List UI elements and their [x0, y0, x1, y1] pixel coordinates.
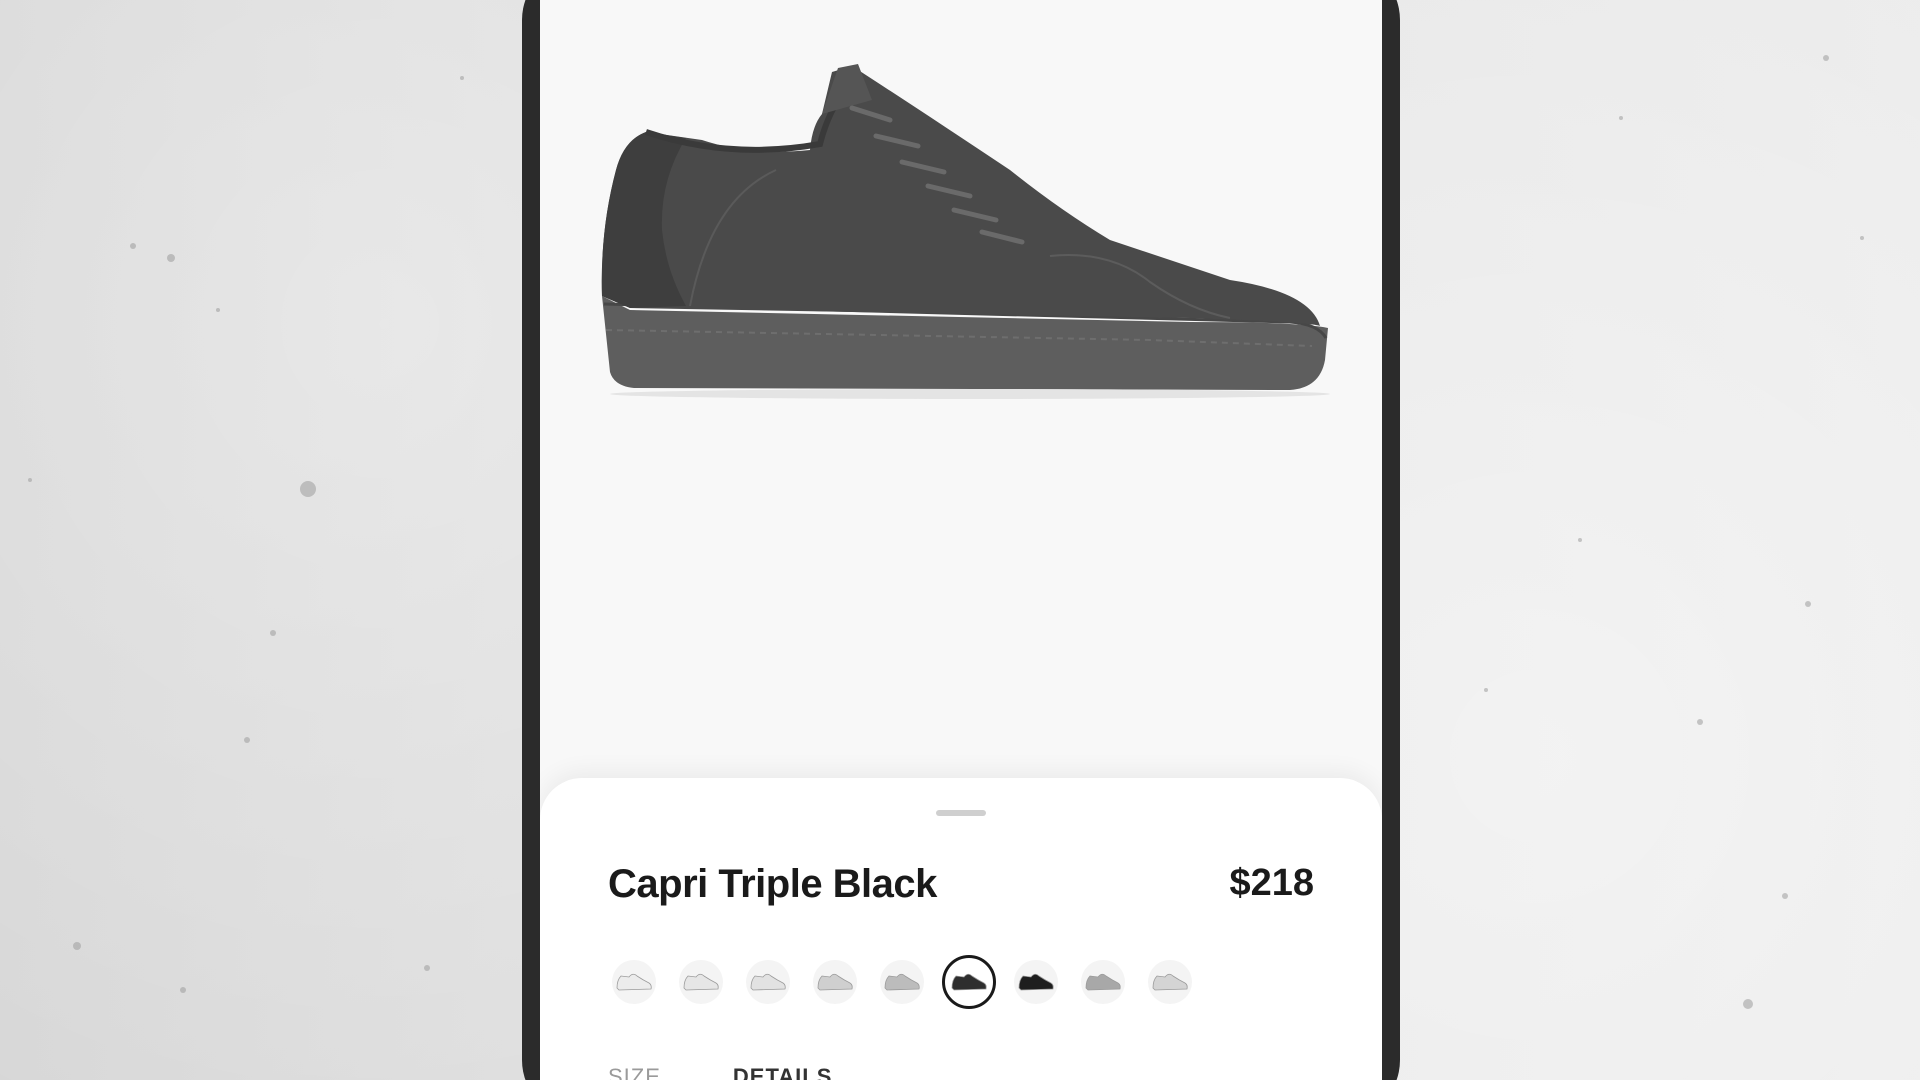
shoe-thumbnail-icon: [1152, 973, 1188, 991]
tab-size[interactable]: SIZE: [608, 1064, 661, 1080]
shoe-thumbnail-icon: [817, 973, 853, 991]
product-price: $218: [1229, 862, 1314, 904]
shoe-thumbnail-icon: [884, 973, 920, 991]
color-swatch-9[interactable]: [1148, 960, 1192, 1004]
color-swatch-3[interactable]: [746, 960, 790, 1004]
tab-details[interactable]: DETAILS: [733, 1064, 832, 1080]
color-swatch-6[interactable]: [942, 955, 996, 1009]
shoe-thumbnail-icon: [1018, 973, 1054, 991]
color-swatch-7[interactable]: [1014, 960, 1058, 1004]
color-swatch-8[interactable]: [1081, 960, 1125, 1004]
shoe-thumbnail-icon: [1085, 973, 1121, 991]
shoe-thumbnail-icon: [951, 973, 987, 991]
product-title: Capri Triple Black: [608, 862, 937, 906]
app-screen: Capri Triple Black $218 SIZE DETAILS: [540, 0, 1382, 1080]
color-swatch-2[interactable]: [679, 960, 723, 1004]
color-swatch-5[interactable]: [880, 960, 924, 1004]
sheet-drag-handle[interactable]: [936, 810, 986, 816]
color-swatches: [612, 952, 1215, 1012]
color-swatch-4[interactable]: [813, 960, 857, 1004]
product-detail-sheet: Capri Triple Black $218 SIZE DETAILS: [540, 778, 1382, 1080]
color-swatch-1[interactable]: [612, 960, 656, 1004]
detail-tabs: SIZE DETAILS: [608, 1064, 904, 1080]
shoe-thumbnail-icon: [616, 973, 652, 991]
shoe-thumbnail-icon: [750, 973, 786, 991]
shoe-thumbnail-icon: [683, 973, 719, 991]
product-image[interactable]: [590, 60, 1330, 400]
